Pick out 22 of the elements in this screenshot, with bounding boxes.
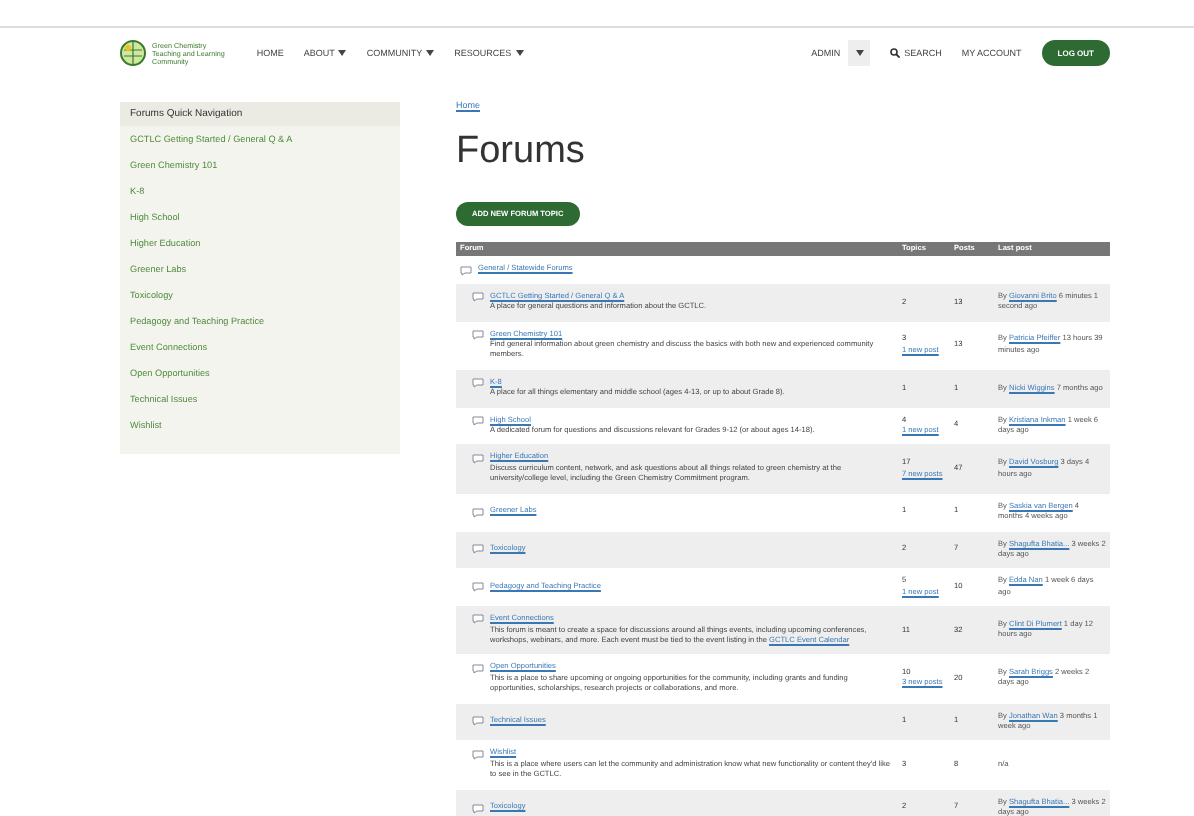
forum-icon <box>472 415 484 426</box>
caret-icon <box>855 50 864 56</box>
admin-dropdown[interactable] <box>848 40 871 66</box>
forum-icon <box>472 614 484 625</box>
forum-icon <box>460 265 472 276</box>
forum-icon <box>472 663 484 674</box>
forum-icon <box>472 507 484 518</box>
forum-icon <box>472 582 484 593</box>
forum-icon <box>472 803 484 813</box>
forum-icon <box>472 292 484 303</box>
page-title: Forums <box>456 130 587 174</box>
forum-icon <box>472 329 484 340</box>
caret-icon <box>426 50 435 56</box>
forum-icon <box>472 378 484 389</box>
globe-logo-icon <box>120 40 146 66</box>
forum-icon <box>472 453 484 464</box>
caret-icon <box>515 50 524 56</box>
forum-icon <box>472 749 484 760</box>
forum-icon <box>472 716 484 727</box>
search-icon <box>890 48 901 58</box>
forum-icon <box>472 544 484 555</box>
caret-icon <box>338 50 347 56</box>
